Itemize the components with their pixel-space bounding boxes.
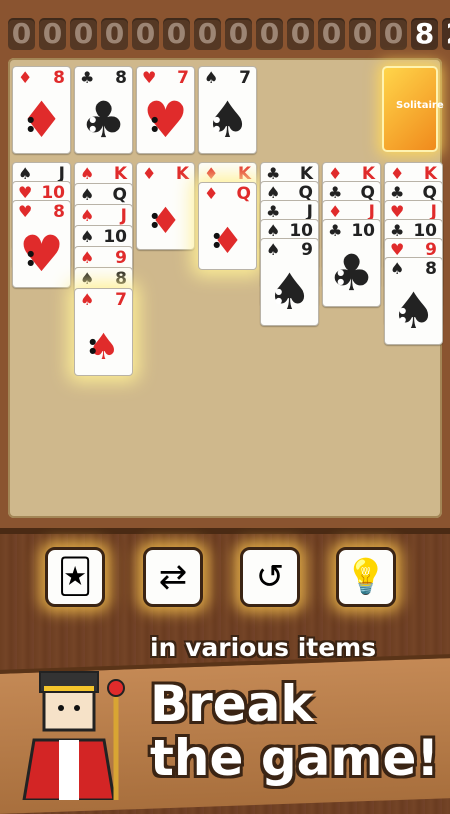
card-suit-icon: ♠	[266, 240, 281, 259]
game-frame: 000000000000082 Solitaire ♦8♦● ●♣8♣● ●♥7…	[0, 0, 450, 534]
card-suit-icon: ♥	[142, 68, 157, 87]
card-rank: 7	[115, 290, 127, 310]
card-face-eyes-icon: ● ●	[399, 306, 413, 324]
card-rank: 8	[115, 68, 127, 88]
card-face-eyes-icon: ● ●	[27, 249, 41, 267]
card-suit-icon: ♠	[390, 259, 405, 278]
score-digit: 0	[101, 18, 128, 50]
card-suit-icon: ♦	[18, 68, 33, 87]
shuffle-item-icon: ⇄	[158, 557, 188, 597]
card-face-eyes-icon: ● ●	[89, 337, 103, 355]
card-rank: K	[175, 164, 189, 184]
card-rank: Q	[112, 185, 127, 205]
stock-label: Solitaire	[396, 100, 444, 111]
card-face-eyes-icon: ● ●	[89, 115, 103, 133]
card-suit-icon: ♠	[80, 248, 95, 267]
joker-item-icon: 🃏	[57, 557, 93, 597]
card-suit-icon: ♠	[80, 227, 95, 246]
card-suit-icon: ♦	[204, 164, 219, 183]
score-digit: 8	[411, 18, 438, 50]
score-digit: 0	[318, 18, 345, 50]
playing-card[interactable]: ♠ 7 ♠ ● ●	[74, 288, 133, 376]
card-rank: 10	[351, 221, 375, 241]
card-suit-icon: ♠	[80, 206, 95, 225]
card-face-eyes-icon: ● ●	[151, 211, 165, 229]
card-rank: 8	[53, 68, 65, 88]
undo-item-icon: ↺	[255, 557, 285, 597]
card-suit-icon: ♠	[204, 68, 219, 87]
card-face-eyes-icon: ● ●	[27, 115, 41, 133]
card-face-eyes-icon: ● ●	[275, 287, 289, 305]
playing-card[interactable]: ♣ 8 ♣ ● ●	[74, 66, 133, 154]
playing-card[interactable]: ♠ 7 ♠ ● ●	[198, 66, 257, 154]
score-digit: 0	[256, 18, 283, 50]
card-suit-icon: ♠	[80, 290, 95, 309]
score-digit: 0	[39, 18, 66, 50]
playing-card[interactable]: ♠ 9 ♠ ● ●	[260, 238, 319, 326]
card-suit-icon: ♠	[80, 185, 95, 204]
hint-item-button[interactable]: 💡	[336, 547, 396, 607]
card-rank: 9	[301, 240, 313, 260]
score-digit: 0	[225, 18, 252, 50]
card-rank: J	[120, 206, 127, 226]
card-rank: 10	[103, 227, 127, 247]
score-digit: 0	[194, 18, 221, 50]
playing-card[interactable]: ♦ K ♦ ● ●	[136, 162, 195, 250]
card-rank: 7	[177, 68, 189, 88]
card-face-eyes-icon: ● ●	[151, 115, 165, 133]
card-suit-icon: ♣	[80, 68, 95, 87]
card-face-eyes-icon: ● ●	[213, 115, 227, 133]
card-rank: 8	[115, 269, 127, 289]
card-face-eyes-icon: ● ●	[213, 231, 227, 249]
score-counter: 000000000000082	[8, 18, 450, 50]
hint-item-icon: 💡	[344, 557, 388, 597]
game-board: Solitaire ♦ 8 ♦ ● ● ♣ 8 ♣ ● ● ♥ 7 ♥ ● ● ♠ 7 ♠ ● ● ♠ J ♥ 10 ♥…	[8, 58, 444, 518]
playing-card[interactable]: ♦ 8 ♦ ● ●	[12, 66, 71, 154]
playing-card[interactable]: ♥ 7 ♥ ● ●	[136, 66, 195, 154]
promo-headline-line2: the game!	[150, 729, 440, 787]
score-digit: 0	[132, 18, 159, 50]
playing-card[interactable]: ♣ 10 ♣ ● ●	[322, 219, 381, 307]
playing-card[interactable]: ♠ 8 ♠ ● ●	[384, 257, 443, 345]
score-digit: 2	[442, 18, 450, 50]
playing-card[interactable]: ♥ 8 ♥ ● ●	[12, 200, 71, 288]
card-rank: K	[237, 164, 251, 184]
promo-headline-line1: Break	[150, 675, 314, 733]
shuffle-item-button[interactable]: ⇄	[143, 547, 203, 607]
card-rank: 8	[425, 259, 437, 279]
undo-item-button[interactable]: ↺	[240, 547, 300, 607]
card-suit-icon: ♠	[80, 164, 95, 183]
joker-item-button[interactable]: 🃏	[45, 547, 105, 607]
card-suit-icon: ♣	[328, 221, 343, 240]
card-rank: Q	[236, 184, 251, 204]
playing-card[interactable]: ♦ Q ♦ ● ●	[198, 182, 257, 270]
score-digit: 0	[380, 18, 407, 50]
score-digit: 0	[163, 18, 190, 50]
king-character-art	[22, 671, 125, 800]
stock-pile[interactable]: Solitaire	[382, 66, 444, 152]
card-suit-icon: ♥	[18, 202, 33, 221]
card-rank: 8	[53, 202, 65, 222]
score-digit: 0	[349, 18, 376, 50]
score-digit: 0	[8, 18, 35, 50]
score-digit: 0	[70, 18, 97, 50]
card-rank: 9	[115, 248, 127, 268]
card-rank: 7	[239, 68, 251, 88]
score-digit: 0	[287, 18, 314, 50]
card-suit-icon: ♠	[80, 269, 95, 288]
card-suit-icon: ♦	[204, 184, 219, 203]
card-suit-icon: ♦	[142, 164, 157, 183]
card-face-eyes-icon: ● ●	[337, 268, 351, 286]
card-rank: K	[113, 164, 127, 184]
